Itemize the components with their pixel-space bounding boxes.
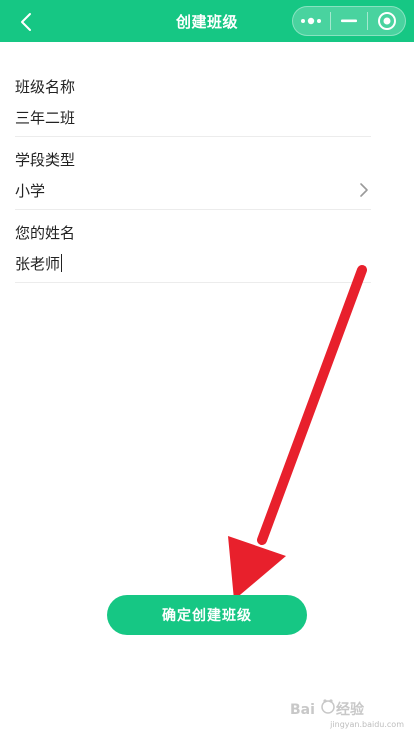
field-label: 学段类型 xyxy=(15,151,76,169)
baidu-watermark: Bai 经验 jingyan.baidu.com xyxy=(288,697,406,729)
navigation-bar: 创建班级 xyxy=(0,0,414,42)
more-button[interactable] xyxy=(293,7,330,35)
create-class-form: 班级名称 三年二班 学段类型 小学 您的姓名 张老师 xyxy=(15,64,371,283)
school-stage-select[interactable]: 小学 xyxy=(15,180,335,202)
text-cursor xyxy=(61,254,63,272)
svg-text:Bai: Bai xyxy=(290,702,315,718)
field-label: 班级名称 xyxy=(15,78,76,96)
chevron-left-icon xyxy=(21,13,31,31)
target-icon xyxy=(377,12,396,30)
mini-program-capsule xyxy=(292,6,406,36)
create-class-button[interactable]: 确定创建班级 xyxy=(107,595,307,635)
teacher-name-field: 您的姓名 张老师 xyxy=(15,210,371,283)
page-title: 创建班级 xyxy=(175,12,238,31)
minimize-button[interactable] xyxy=(331,7,368,35)
teacher-name-input[interactable]: 张老师 xyxy=(15,253,335,275)
watermark-url: jingyan.baidu.com xyxy=(330,720,404,729)
class-name-input[interactable]: 三年二班 xyxy=(15,107,335,129)
svg-text:经验: 经验 xyxy=(336,701,365,718)
back-button[interactable] xyxy=(12,8,40,36)
teacher-name-text: 张老师 xyxy=(15,255,61,273)
class-name-field: 班级名称 三年二班 xyxy=(15,64,371,137)
minimize-icon xyxy=(341,19,357,23)
chevron-right-icon xyxy=(360,183,368,197)
baidu-logo-icon: Bai 经验 xyxy=(290,699,365,718)
school-stage-field[interactable]: 学段类型 小学 xyxy=(15,137,371,210)
close-button[interactable] xyxy=(368,7,405,35)
more-dots-icon xyxy=(301,17,322,25)
field-label: 您的姓名 xyxy=(15,224,76,242)
